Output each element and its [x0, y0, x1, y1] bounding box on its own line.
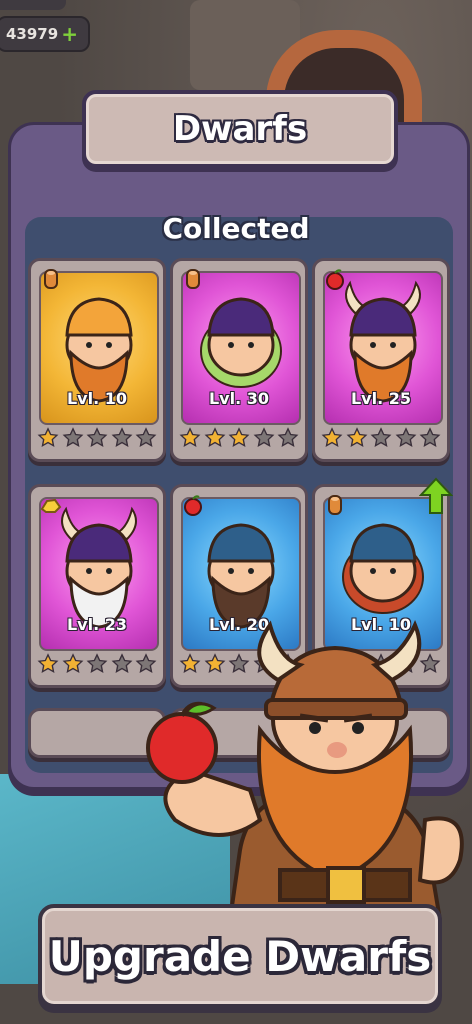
dwarf-card[interactable]: Lvl. 30 [170, 258, 308, 462]
dwarf-card[interactable]: Lvl. 25 [312, 258, 450, 462]
dwarf-mascot [146, 620, 464, 920]
star-filled-icon [204, 427, 226, 453]
apple-icon [146, 712, 218, 784]
wood-log-icon [323, 493, 347, 517]
star-empty-icon [62, 427, 84, 453]
star-empty-icon [135, 427, 157, 453]
star-filled-icon [37, 427, 59, 453]
star-empty-icon [111, 427, 133, 453]
wood-log-icon [39, 267, 63, 291]
star-rating [37, 427, 157, 453]
star-filled-icon [179, 427, 201, 453]
plus-icon[interactable]: + [61, 22, 78, 46]
star-empty-icon [395, 427, 417, 453]
star-filled-icon [37, 653, 59, 679]
star-filled-icon [62, 653, 84, 679]
star-empty-icon [419, 427, 441, 453]
dwarf-card[interactable]: Lvl. 10 [28, 258, 166, 462]
wood-log-icon [181, 267, 205, 291]
star-rating [321, 427, 441, 453]
panel-title-plate: Dwarfs [82, 90, 398, 168]
currency-amount: 43979 [6, 25, 59, 43]
star-filled-icon [346, 427, 368, 453]
upgrade-dwarfs-button[interactable]: Upgrade Dwarfs [38, 904, 442, 1008]
top-bar [0, 0, 66, 10]
apple-icon [323, 267, 347, 291]
star-empty-icon [277, 427, 299, 453]
star-empty-icon [253, 427, 275, 453]
gold-nugget-icon [39, 493, 63, 517]
currency-counter[interactable]: 43979 + [0, 16, 90, 52]
apple-icon [181, 493, 205, 517]
star-filled-icon [228, 427, 250, 453]
star-rating [179, 427, 299, 453]
section-title: Collected [162, 212, 310, 245]
star-empty-icon [86, 427, 108, 453]
star-empty-icon [370, 427, 392, 453]
upgrade-dwarfs-label: Upgrade Dwarfs [48, 931, 432, 981]
upgrade-arrow-icon [419, 477, 453, 514]
dwarf-level: Lvl. 30 [208, 389, 270, 408]
panel-title: Dwarfs [172, 109, 308, 149]
star-filled-icon [321, 427, 343, 453]
dwarf-level: Lvl. 25 [350, 389, 412, 408]
dwarf-level: Lvl. 10 [66, 389, 128, 408]
star-empty-icon [86, 653, 108, 679]
